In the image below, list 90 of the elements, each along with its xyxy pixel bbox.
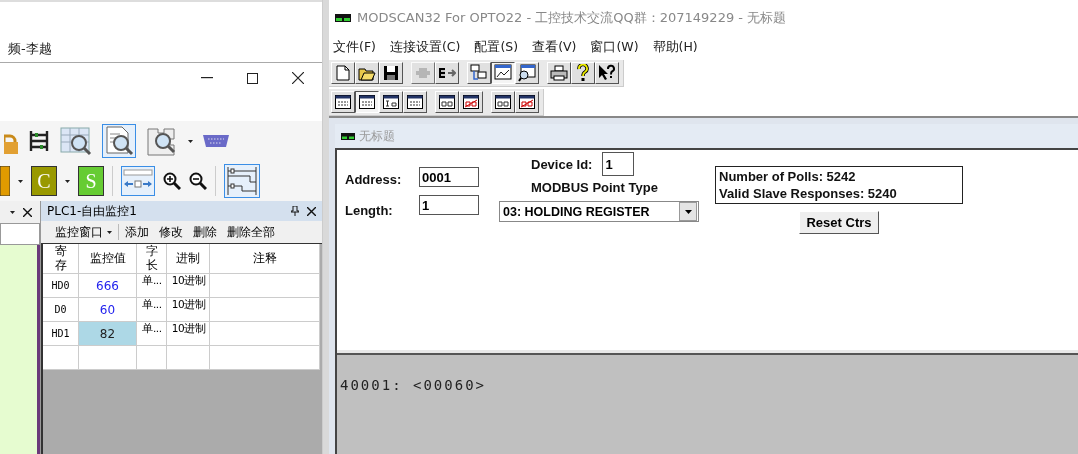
table-search-icon[interactable] — [60, 125, 92, 157]
ladder-view-button[interactable] — [224, 164, 260, 198]
table-cell — [79, 346, 137, 370]
format-icon — [383, 95, 399, 109]
ladder-icon[interactable] — [28, 130, 50, 152]
length-field[interactable]: 1 — [419, 195, 479, 215]
document-search-icon — [104, 126, 134, 156]
window-search-icon — [518, 64, 536, 82]
menu-item[interactable]: 配置(S) — [474, 38, 519, 56]
window-title: MODSCAN32 For OPTO22 - 工控技术交流QQ群：207149229 - 无标题 — [357, 9, 787, 27]
maximize-icon[interactable] — [247, 72, 258, 84]
caret-icon[interactable] — [18, 179, 23, 183]
menu-item[interactable]: 文件(F) — [333, 38, 376, 56]
table-cell: HD0 — [43, 274, 79, 298]
format-icon — [519, 95, 535, 109]
table-cell — [137, 346, 167, 370]
table-cell: 10进制 — [167, 298, 210, 322]
statistics-line: Valid Slave Responses: 5240 — [719, 185, 898, 202]
puzzle-search-icon[interactable] — [146, 125, 178, 157]
format-icon — [407, 95, 423, 109]
close-icon[interactable] — [23, 207, 32, 217]
panel-title: PLC1-自由监控1 — [47, 202, 137, 220]
minimize-icon[interactable] — [201, 77, 213, 79]
menu-item[interactable]: 查看(V) — [532, 38, 577, 56]
table-cell: 单... — [137, 298, 167, 322]
point-type-label: MODBUS Point Type — [530, 180, 658, 195]
table-cell: D0 — [43, 298, 79, 322]
table-cell: 10进制 — [167, 322, 210, 346]
caret-icon[interactable] — [65, 179, 70, 183]
menu-item[interactable]: 连接设置(C) — [389, 38, 461, 56]
ladder-diagram-icon — [226, 166, 258, 196]
toolbar-action[interactable]: 删除全部 — [223, 223, 279, 241]
address-label: Address: — [345, 172, 403, 187]
toolbar-button[interactable] — [491, 62, 515, 84]
dropdown-arrow-icon — [684, 209, 692, 214]
app-icon — [341, 132, 355, 140]
folder-icon — [358, 65, 376, 81]
table-cell[interactable]: 82 — [79, 322, 137, 346]
document-search-button[interactable] — [102, 124, 136, 158]
pointer-question-icon — [598, 64, 616, 82]
new-file-icon — [336, 65, 350, 81]
close-icon[interactable] — [292, 72, 304, 84]
unplug-icon — [438, 65, 456, 81]
zoom-out-icon[interactable] — [189, 172, 207, 190]
column-header: 寄存 — [54, 245, 67, 272]
toolbar-action[interactable]: 添加 — [121, 223, 153, 241]
serial-port-icon[interactable] — [203, 135, 229, 147]
table-cell: 单... — [137, 274, 167, 298]
statistics-line: Number of Polls: 5242 — [719, 168, 857, 185]
table-cell — [167, 346, 210, 370]
zoom-in-icon[interactable] — [163, 172, 181, 190]
format-icon — [495, 95, 511, 109]
table-cell: 10进制 — [167, 274, 210, 298]
close-icon[interactable] — [307, 206, 316, 216]
menu-item[interactable]: 帮助(H) — [652, 38, 698, 56]
caret-icon[interactable] — [10, 210, 15, 214]
fit-width-button[interactable] — [121, 166, 155, 196]
pin-icon[interactable] — [291, 206, 299, 216]
table-cell — [43, 346, 79, 370]
network-icon — [470, 64, 488, 82]
caret-icon — [107, 230, 112, 234]
printer-icon — [550, 65, 568, 81]
device-id-label: Device Id: — [531, 156, 593, 172]
caret-icon[interactable] — [188, 139, 193, 143]
chart-window-icon — [494, 64, 512, 82]
toolbar-action[interactable]: 删除 — [189, 223, 221, 241]
column-header: 字长 — [145, 245, 158, 272]
document-title: 无标题 — [359, 127, 395, 145]
length-label: Length: — [345, 203, 394, 218]
address-field[interactable]: 0001 — [419, 167, 479, 187]
column-header: 监控值 — [89, 250, 126, 267]
table-cell: 单... — [137, 322, 167, 346]
point-type-dropdown[interactable]: 03: HOLDING REGISTER — [499, 201, 699, 222]
reset-counters-button[interactable]: Reset Ctrs — [799, 211, 879, 234]
app-icon — [335, 14, 351, 22]
plug-icon — [415, 65, 431, 81]
format-icon — [463, 95, 479, 109]
window-title: 频-李越 — [8, 40, 52, 58]
column-header: 注释 — [252, 250, 277, 267]
column-header: 进制 — [176, 250, 200, 267]
format-icon — [335, 95, 351, 109]
menu-item[interactable]: 窗口(W) — [590, 38, 639, 56]
device-id-field[interactable]: 1 — [602, 152, 635, 176]
register-value: 40001: <00060> — [340, 377, 486, 393]
monitor-window-dropdown[interactable]: 监控窗口 — [51, 223, 116, 241]
question-mark-icon — [577, 64, 589, 82]
toolbar-action[interactable]: 修改 — [155, 223, 187, 241]
format-icon — [359, 95, 375, 109]
format-button[interactable] — [355, 91, 379, 113]
format-icon — [439, 95, 455, 109]
